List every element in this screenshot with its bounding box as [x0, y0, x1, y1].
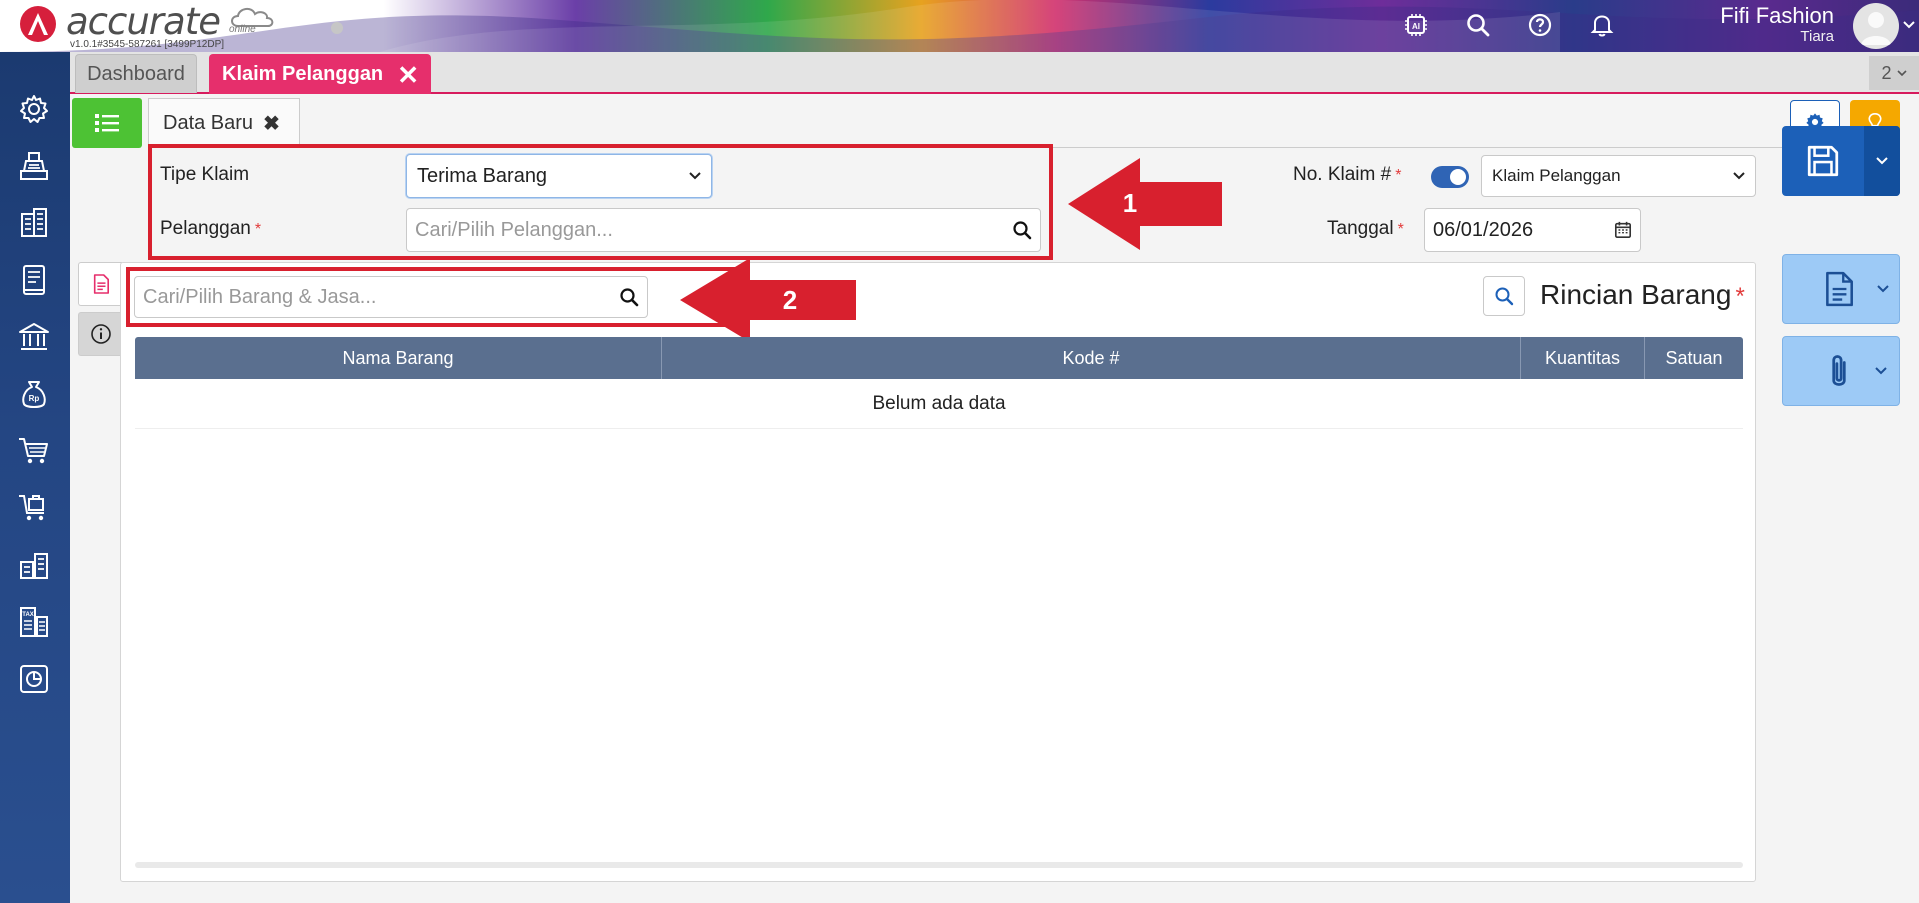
tanggal-label-text: Tanggal	[1327, 218, 1394, 239]
column-header-nama-barang[interactable]: Nama Barang	[135, 337, 662, 379]
save-options-dropdown[interactable]	[1864, 126, 1900, 196]
tanggal-value: 06/01/2026	[1433, 218, 1534, 241]
warehouse-icon[interactable]	[16, 547, 52, 583]
top-header: accurate online v1.0.1#3545-587261 [3499…	[0, 0, 1919, 52]
items-table: Nama Barang Kode # Kuantitas Satuan Belu…	[135, 337, 1743, 429]
annotation-number-1: 1	[1123, 188, 1137, 218]
tab-bar: Dashboard Klaim Pelanggan ✕ 2	[70, 52, 1919, 94]
tanggal-input[interactable]: 06/01/2026	[1424, 208, 1641, 252]
column-header-kuantitas[interactable]: Kuantitas	[1521, 337, 1645, 379]
calendar-icon[interactable]	[1614, 221, 1632, 239]
info-icon	[90, 324, 111, 344]
annotation-box-2	[126, 267, 740, 327]
attachment-button[interactable]	[1782, 336, 1900, 406]
tax-icon[interactable]: TAX	[16, 604, 52, 640]
list-icon	[95, 114, 119, 132]
user-subtitle: Tiara	[1800, 28, 1834, 45]
left-sidebar: Rp TAX	[0, 52, 70, 903]
money-bag-icon[interactable]: Rp	[16, 376, 52, 412]
logo-mark-icon	[20, 6, 56, 42]
tab-klaim-pelanggan-label: Klaim Pelanggan	[222, 62, 384, 85]
open-tabs-count-value: 2	[1881, 62, 1892, 83]
no-klaim-select[interactable]: Klaim Pelanggan	[1481, 155, 1756, 197]
save-main[interactable]	[1782, 126, 1864, 196]
document-icon	[1826, 271, 1853, 307]
auto-number-toggle[interactable]	[1431, 166, 1469, 188]
chevron-down-icon	[1877, 285, 1889, 293]
user-menu-chevron-icon[interactable]	[1903, 18, 1915, 32]
ledger-icon[interactable]	[16, 262, 52, 298]
bell-icon[interactable]	[1587, 10, 1617, 40]
table-header: Nama Barang Kode # Kuantitas Satuan	[135, 337, 1743, 379]
tab-info[interactable]	[78, 312, 122, 356]
chevron-down-icon	[1875, 367, 1887, 375]
purchase-cart-icon[interactable]	[16, 490, 52, 526]
tab-klaim-pelanggan[interactable]: Klaim Pelanggan ✕	[209, 54, 431, 94]
column-header-satuan[interactable]: Satuan	[1645, 337, 1743, 379]
no-klaim-value: Klaim Pelanggan	[1492, 166, 1621, 185]
bank-icon[interactable]	[16, 319, 52, 355]
close-icon[interactable]: ✖	[263, 111, 280, 136]
cart-icon[interactable]	[16, 433, 52, 469]
paperclip-icon	[1832, 355, 1846, 386]
empty-table-message: Belum ada data	[135, 379, 1743, 429]
save-button[interactable]	[1782, 126, 1900, 196]
no-klaim-label: No. Klaim # *	[1293, 164, 1401, 186]
cashier-icon[interactable]	[16, 148, 52, 184]
horizontal-scrollbar[interactable]	[135, 862, 1743, 868]
svg-text:AI: AI	[1412, 22, 1420, 31]
annotation-box-1	[148, 144, 1053, 260]
report-icon[interactable]	[16, 661, 52, 697]
search-icon	[1495, 287, 1514, 306]
help-icon[interactable]	[1525, 10, 1555, 40]
table-search-button[interactable]	[1483, 276, 1525, 316]
tanggal-label: Tanggal *	[1327, 218, 1404, 240]
no-klaim-label-text: No. Klaim #	[1293, 164, 1392, 185]
main-content: Data Baru ✖ Tipe Klaim Terima Barang Pel…	[70, 94, 1919, 903]
status-dot	[331, 22, 343, 34]
subtab-data-baru[interactable]: Data Baru ✖	[148, 98, 300, 148]
settings-icon[interactable]	[16, 91, 52, 127]
toggle-knob	[1450, 169, 1466, 185]
svg-text:Rp: Rp	[29, 394, 40, 403]
svg-text:TAX: TAX	[22, 612, 34, 618]
column-header-kode[interactable]: Kode #	[662, 337, 1521, 379]
annotation-number-2: 2	[783, 285, 797, 315]
chevron-down-icon	[1896, 70, 1907, 76]
user-name[interactable]: Fifi Fashion	[1720, 3, 1834, 29]
company-icon[interactable]	[16, 205, 52, 241]
header-wave-background	[0, 0, 1919, 52]
tab-dashboard[interactable]: Dashboard	[75, 54, 197, 93]
logo-subtext: online	[229, 24, 256, 35]
annotation-arrow-2: 2	[680, 258, 856, 342]
tab-detail-items[interactable]	[78, 262, 122, 306]
logo-text: accurate	[66, 0, 221, 43]
ai-chip-icon[interactable]: AI	[1401, 10, 1431, 40]
search-icon[interactable]	[1463, 10, 1493, 40]
avatar[interactable]	[1853, 3, 1899, 49]
open-tabs-count[interactable]: 2	[1869, 56, 1919, 90]
annotation-arrow-1: 1	[1068, 158, 1222, 250]
app-version: v1.0.1#3545-587261 [3499P12DP]	[70, 39, 225, 50]
subtab-label: Data Baru	[163, 112, 254, 134]
required-mark: *	[1735, 283, 1745, 310]
required-mark: *	[1395, 167, 1402, 184]
list-menu-button[interactable]	[72, 98, 142, 148]
close-tab-icon[interactable]: ✕	[397, 60, 419, 91]
floppy-disk-icon	[1807, 145, 1839, 177]
document-icon	[93, 274, 109, 294]
required-mark: *	[1397, 221, 1404, 238]
document-button[interactable]	[1782, 254, 1900, 324]
chevron-down-icon	[1733, 172, 1745, 180]
chevron-down-icon	[1876, 157, 1888, 165]
rincian-barang-title: Rincian Barang *	[1540, 279, 1745, 311]
rincian-barang-title-text: Rincian Barang	[1540, 279, 1732, 310]
